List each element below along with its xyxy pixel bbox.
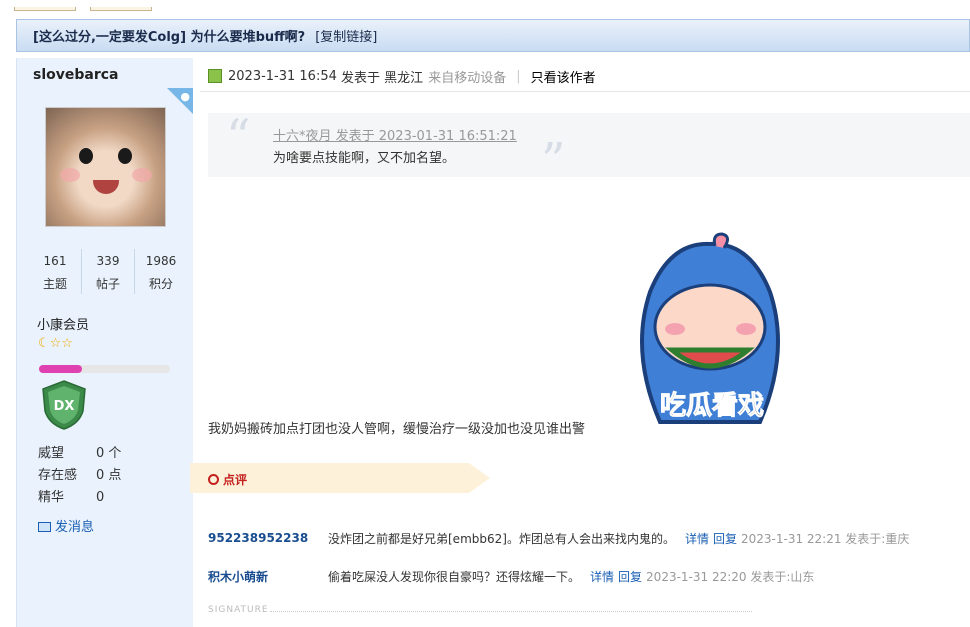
info-row-presence: 存在感 0 点 xyxy=(38,465,121,487)
comment-reply-link[interactable]: 回复 xyxy=(618,568,642,585)
rank-stars-icon: ☾☆☆ xyxy=(38,336,73,351)
comment-user[interactable]: 952238952238 xyxy=(208,531,328,545)
apple-device-corner-icon: ● xyxy=(167,88,193,114)
rank-progress-fill xyxy=(39,365,83,373)
info-row-digest: 精华 0 xyxy=(38,487,121,509)
comments-header-label: 点评 xyxy=(208,471,247,488)
svg-text:DX: DX xyxy=(54,399,75,414)
comment-time: 2023-1-31 22:20 发表于:山东 xyxy=(646,569,815,584)
comments-header: 点评 xyxy=(190,463,490,493)
info-value: 0 点 xyxy=(96,468,122,483)
envelope-icon xyxy=(38,522,51,532)
signature-label: SIGNATURE xyxy=(208,605,269,615)
comment-text: 没炸团之前都是好兄弟[embb62]。炸团总有人会出来找内鬼的。 xyxy=(328,531,675,546)
from-mobile-label: 来自移动设备 xyxy=(428,70,507,86)
stat-points[interactable]: 1986 积分 xyxy=(135,249,187,294)
avatar-eye xyxy=(118,148,132,164)
comment-item: 积木小萌新 偷着吃屎没人发现你很自豪吗？还得炫耀一下。 详情 回复 2023-1… xyxy=(208,566,814,586)
online-status-icon xyxy=(208,69,222,83)
stat-posts[interactable]: 339 帖子 xyxy=(82,249,135,294)
close-quote-icon: ” xyxy=(541,133,566,189)
top-stub-1[interactable] xyxy=(14,7,76,11)
author-info: 威望 0 个 存在感 0 点 精华 0 xyxy=(38,443,121,509)
stat-points-value: 1986 xyxy=(145,254,177,268)
thread-title-bar: [这么过分,一定要发Colg] 为什么要堆buff啊? [复制链接] xyxy=(16,19,970,52)
top-button-stubs xyxy=(14,0,166,11)
post-location: 黑龙江 xyxy=(384,70,424,86)
circle-icon xyxy=(208,474,219,485)
info-value: 0 xyxy=(96,490,105,505)
stat-threads[interactable]: 161 主题 xyxy=(29,249,82,294)
send-message-link[interactable]: 发消息 xyxy=(38,516,94,535)
rank-progress-bar xyxy=(39,365,170,373)
avatar-cheek xyxy=(60,168,80,182)
comment-user[interactable]: 积木小萌新 xyxy=(208,568,328,585)
melon-eating-sticker: 吃瓜看戏 xyxy=(640,232,780,424)
info-label: 精华 xyxy=(38,490,65,505)
info-label: 威望 xyxy=(38,446,65,461)
info-label: 存在感 xyxy=(38,468,78,483)
stat-threads-value: 161 xyxy=(43,254,67,268)
stat-threads-label: 主题 xyxy=(42,277,67,291)
send-message-label: 发消息 xyxy=(55,520,95,535)
post-body: 我奶妈搬砖加点打团也没人管啊，缓慢治疗一级没加也没见谁出警 xyxy=(208,422,586,437)
author-username[interactable]: slovebarca xyxy=(33,67,119,83)
comment-detail-link[interactable]: 详情 xyxy=(590,568,614,585)
quote-text: 为啥要点技能啊，又不加名望。 xyxy=(273,151,456,166)
comment-time: 2023-1-31 22:21 发表于:重庆 xyxy=(740,531,910,546)
thread-title: [这么过分,一定要发Colg] 为什么要堆buff啊? xyxy=(33,30,306,45)
only-author-link[interactable]: 只看该作者 xyxy=(531,67,596,86)
quote-author-link[interactable]: 十六*夜月 发表于 2023-01-31 16:51:21 xyxy=(273,125,517,144)
sticker-text: 吃瓜看戏 xyxy=(660,391,764,421)
comment-item: 952238952238 没炸团之前都是好兄弟[embb62]。炸团总有人会出来… xyxy=(208,528,909,548)
member-rank[interactable]: 小康会员 xyxy=(37,314,89,333)
comment-detail-link[interactable]: 详情 xyxy=(685,530,709,547)
post-date: 2023-1-31 16:54 xyxy=(228,68,337,84)
top-stub-2[interactable] xyxy=(90,7,152,11)
post-meta: 2023-1-31 16:54 发表于 黑龙江 来自移动设备 | 只看该作者 xyxy=(208,66,596,86)
meta-separator: | xyxy=(516,68,521,84)
author-stats: 161 主题 339 帖子 1986 积分 xyxy=(29,249,187,294)
stat-posts-label: 帖子 xyxy=(95,277,120,291)
stat-points-label: 积分 xyxy=(148,277,173,291)
comment-text: 偷着吃屎没人发现你很自豪吗？还得炫耀一下。 xyxy=(328,569,581,584)
copy-link-button[interactable]: [复制链接] xyxy=(315,26,377,45)
stat-posts-value: 339 xyxy=(96,254,120,268)
signature-divider xyxy=(270,611,752,612)
avatar[interactable] xyxy=(45,107,166,227)
quote-block: “ 十六*夜月 发表于 2023-01-31 16:51:21 为啥要点技能啊，… xyxy=(208,109,970,189)
info-row-reputation: 威望 0 个 xyxy=(38,443,121,465)
open-quote-icon: “ xyxy=(226,109,251,165)
info-value: 0 个 xyxy=(96,446,122,461)
posted-at-label: 发表于 xyxy=(341,70,381,86)
medal-shield-icon[interactable]: DX xyxy=(39,379,89,431)
meta-divider xyxy=(200,91,970,92)
avatar-cheek xyxy=(132,168,152,182)
comment-reply-link[interactable]: 回复 xyxy=(713,530,737,547)
author-sidebar: slovebarca ● 161 主题 339 帖子 1986 积分 小康会员 … xyxy=(16,58,193,627)
comments-header-text: 点评 xyxy=(223,473,248,487)
avatar-mouth xyxy=(93,180,119,194)
avatar-eye xyxy=(79,148,93,164)
